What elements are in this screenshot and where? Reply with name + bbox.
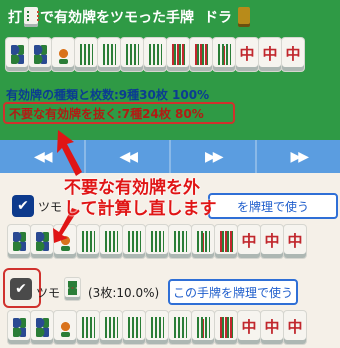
use-hand-button-1-label: を牌理で使う xyxy=(236,199,309,214)
last-button[interactable]: ▶▶ xyxy=(256,140,340,173)
tile-sou-mix-icon[interactable] xyxy=(215,225,237,258)
tile-sou-mix-icon[interactable] xyxy=(190,38,212,71)
tile-sou-icon[interactable] xyxy=(123,225,145,258)
tile-sou-icon[interactable] xyxy=(169,225,191,258)
tile-sou-icon[interactable] xyxy=(169,311,191,344)
option2-tsumo-label: ツモ xyxy=(36,286,61,300)
tile-sou-icon[interactable] xyxy=(98,38,120,71)
tile-chun-icon[interactable]: 中 xyxy=(284,311,306,344)
use-hand-button-2[interactable]: この手牌を牌理で使う xyxy=(168,279,298,305)
tile-sou-mix-icon[interactable] xyxy=(215,311,237,344)
tile-pin4-icon[interactable] xyxy=(31,311,53,344)
tile-chun-icon[interactable]: 中 xyxy=(261,225,283,258)
tile-chun-icon[interactable]: 中 xyxy=(261,311,283,344)
tile-sou-icon[interactable] xyxy=(144,38,166,71)
next-button[interactable]: ▶▶ xyxy=(171,140,255,173)
callout-line1: 不要な有効牌を外 xyxy=(64,178,200,198)
tile-chun-icon[interactable]: 中 xyxy=(284,225,306,258)
tile-sou-mix-icon[interactable] xyxy=(167,38,189,71)
hand-row-top: 中 中 中 xyxy=(6,38,305,71)
tile-sou-icon[interactable] xyxy=(100,311,122,344)
tile-sou1-bird-icon[interactable] xyxy=(54,311,76,344)
tile-pin4-icon[interactable] xyxy=(6,38,28,71)
tile-sou-icon[interactable] xyxy=(146,311,168,344)
hand-title: 打 で有効牌をツモった手牌 ドラ xyxy=(8,6,250,28)
tile-chun-icon[interactable]: 中 xyxy=(238,311,260,344)
tile-sou-red-icon[interactable] xyxy=(192,311,214,344)
tile-sou-red-icon[interactable] xyxy=(213,38,235,71)
option2-count: (3枚:10.0%) xyxy=(88,286,160,300)
tile-sou-icon[interactable] xyxy=(146,225,168,258)
title-prefix: 打 xyxy=(8,10,22,26)
callout-line2: して計算し直します xyxy=(64,199,217,219)
tile-sou1-bird-icon[interactable] xyxy=(52,38,74,71)
tile-sou-icon[interactable] xyxy=(100,225,122,258)
callout: 不要な有効牌を外 して計算し直します xyxy=(64,178,217,220)
tile-sou-icon[interactable] xyxy=(121,38,143,71)
option2-checkbox[interactable]: ✔ xyxy=(10,278,32,300)
tile-sou-icon[interactable] xyxy=(123,311,145,344)
title-suffix: で有効牌をツモった手牌 xyxy=(40,10,194,26)
prev-button[interactable]: ◀◀ xyxy=(85,140,169,173)
tile-sou-icon[interactable] xyxy=(75,38,97,71)
checkmark-icon: ✔ xyxy=(17,198,29,214)
tile-chun-icon[interactable]: 中 xyxy=(282,38,304,71)
tile-sou-icon[interactable] xyxy=(77,225,99,258)
nav-bar: ◀◀ ◀◀ ▶▶ ▶▶ xyxy=(0,140,340,173)
dora-label: ドラ xyxy=(204,10,232,26)
tile-pin4-icon[interactable] xyxy=(8,311,30,344)
remove-summary: 不要な有効牌を抜く:7種24枚 80% xyxy=(9,106,204,121)
use-hand-button-1[interactable]: を牌理で使う xyxy=(208,193,338,219)
effective-summary: 有効牌の種類と枚数:9種30枚 100% xyxy=(6,88,210,102)
remove-summary-box: 不要な有効牌を抜く:7種24枚 80% xyxy=(3,102,235,124)
tile-sou-icon[interactable] xyxy=(77,311,99,344)
rewind-icon: ◀◀ xyxy=(119,148,137,165)
tile-chun-icon[interactable]: 中 xyxy=(259,38,281,71)
use-hand-button-2-label: この手牌を牌理で使う xyxy=(172,285,293,300)
tile-pin4-icon[interactable] xyxy=(8,225,30,258)
tile-chun-icon[interactable]: 中 xyxy=(238,225,260,258)
checkmark-icon: ✔ xyxy=(15,281,27,297)
dora-tile-icon xyxy=(238,7,250,27)
hand-panel: 打 で有効牌をツモった手牌 ドラ 中 中 中 有効牌の種類と枚数:9種30枚 1… xyxy=(0,0,340,140)
skip-back-icon: ◀◀ xyxy=(33,148,52,165)
fast-forward-icon: ▶▶ xyxy=(204,148,223,165)
arrow-up-icon xyxy=(57,130,82,176)
discard-tile-icon xyxy=(24,7,39,27)
skip-forward-icon: ▶▶ xyxy=(290,148,308,165)
option1-checkbox[interactable]: ✔ xyxy=(12,195,34,217)
tile-sou-red-icon[interactable] xyxy=(192,225,214,258)
tsumo-pin5-icon xyxy=(65,278,80,300)
tile-chun-icon[interactable]: 中 xyxy=(236,38,258,71)
tile-pin4-icon[interactable] xyxy=(29,38,51,71)
hand-row-option2: 中 中 中 xyxy=(8,311,307,344)
